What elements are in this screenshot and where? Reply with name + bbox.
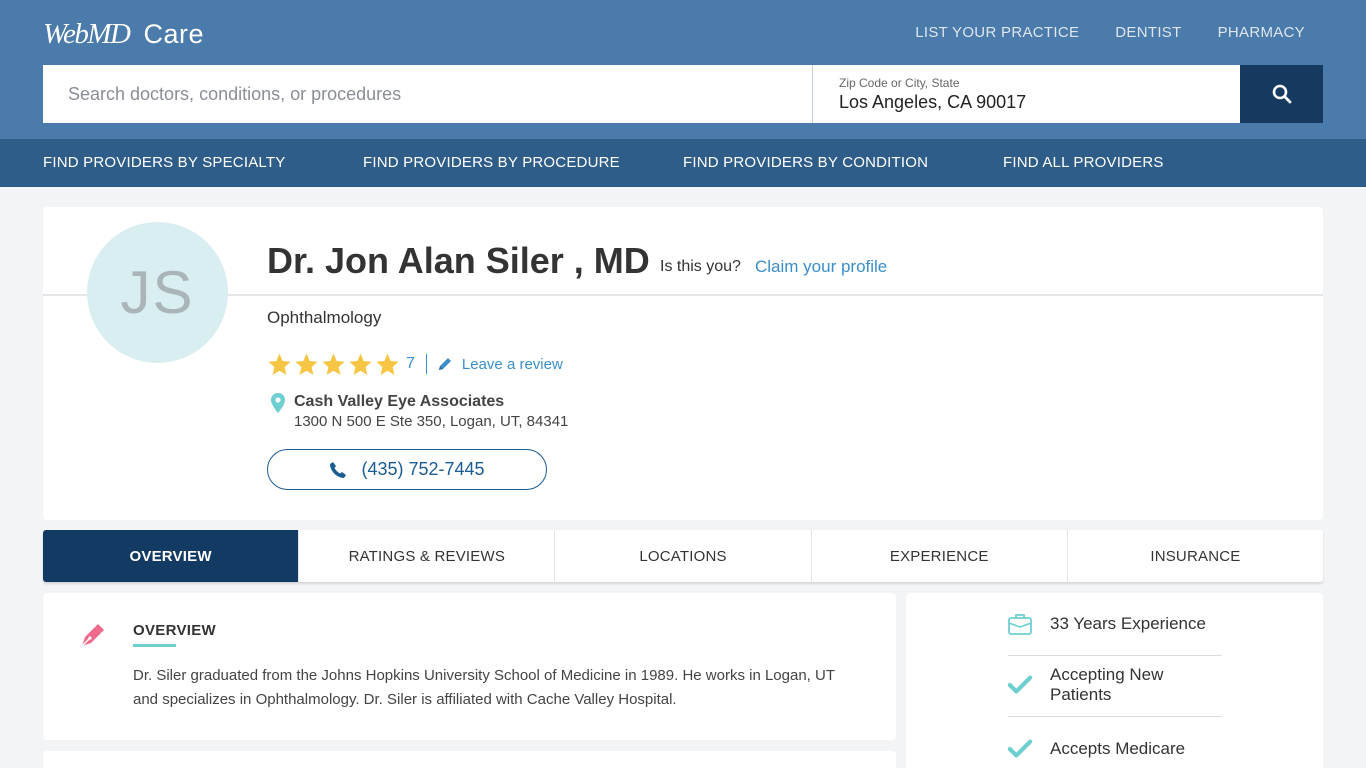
- checkmark-icon: [1008, 675, 1032, 694]
- fact-text: 33 Years Experience: [1050, 614, 1206, 633]
- nav-find-by-procedure[interactable]: FIND PROVIDERS BY PROCEDURE: [363, 154, 620, 171]
- title-underline: [133, 644, 176, 647]
- logo-brand: WebMD: [43, 18, 131, 50]
- pencil-icon: [438, 358, 451, 370]
- logo-care: Care: [143, 19, 204, 49]
- webmd-care-logo[interactable]: WebMD Care: [43, 18, 204, 51]
- tab-overview[interactable]: OVERVIEW: [43, 530, 299, 582]
- tab-insurance[interactable]: INSURANCE: [1066, 530, 1323, 582]
- star-icon: [376, 353, 399, 375]
- star-icon: [349, 353, 372, 375]
- nav-find-by-specialty[interactable]: FIND PROVIDERS BY SPECIALTY: [43, 154, 285, 171]
- fact-accepting-patients: Accepting New Patients: [1008, 654, 1222, 717]
- profile-tabs: OVERVIEW RATINGS & REVIEWS LOCATIONS EXP…: [43, 530, 1323, 582]
- nav-find-all-providers[interactable]: FIND ALL PROVIDERS: [1003, 154, 1164, 171]
- fact-text: Accepting New Patients: [1050, 665, 1164, 704]
- star-icon: [268, 353, 291, 375]
- claim-profile-link[interactable]: Claim your profile: [755, 257, 887, 277]
- phone-button[interactable]: (435) 752-7445: [267, 449, 547, 490]
- top-links: LIST YOUR PRACTICE DENTIST PHARMACY: [915, 24, 1305, 41]
- location-field[interactable]: Zip Code or City, State: [813, 65, 1240, 123]
- tab-experience[interactable]: EXPERIENCE: [810, 530, 1067, 582]
- pharmacy-link[interactable]: PHARMACY: [1218, 24, 1305, 41]
- list-your-practice-link[interactable]: LIST YOUR PRACTICE: [915, 24, 1079, 41]
- phone-number: (435) 752-7445: [361, 459, 485, 479]
- practice-name: Cash Valley Eye Associates: [294, 393, 505, 410]
- divider: [43, 294, 1323, 296]
- rating-count[interactable]: 7: [406, 355, 415, 373]
- fact-accepts-medicare: Accepts Medicare: [1008, 717, 1222, 768]
- location-label: Zip Code or City, State: [839, 76, 960, 90]
- practice-address: 1300 N 500 E Ste 350, Logan, UT, 84341: [294, 413, 569, 430]
- overview-title: OVERVIEW: [133, 622, 216, 639]
- overview-text: Dr. Siler graduated from the Johns Hopki…: [133, 667, 835, 708]
- practice-text: Cash Valley Eye Associates 1300 N 500 E …: [294, 393, 568, 430]
- star-rating[interactable]: [267, 352, 400, 377]
- checkmark-icon: [1008, 739, 1032, 758]
- is-this-you-text: Is this you?: [660, 258, 741, 275]
- specialty: Ophthalmology: [267, 308, 382, 327]
- next-section-card: [43, 751, 896, 768]
- search-input[interactable]: [43, 65, 813, 123]
- pen-nib-icon: [81, 624, 104, 647]
- leave-review-link[interactable]: Leave a review: [437, 356, 563, 373]
- search-button[interactable]: [1240, 65, 1323, 123]
- overview-section: OVERVIEW Dr. Siler graduated from the Jo…: [43, 593, 896, 740]
- search-bar: Zip Code or City, State: [43, 65, 1323, 123]
- practice-location[interactable]: Cash Valley Eye Associates 1300 N 500 E …: [271, 393, 568, 430]
- search-icon: [1272, 84, 1291, 104]
- doctor-name: Dr. Jon Alan Siler , MD: [267, 240, 650, 281]
- rating-separator: [425, 354, 427, 374]
- leave-review-label: Leave a review: [461, 355, 563, 373]
- fact-experience: 33 Years Experience: [1008, 593, 1222, 656]
- phone-icon: [330, 461, 347, 478]
- map-pin-icon: [271, 393, 285, 413]
- provider-nav: FIND PROVIDERS BY SPECIALTY FIND PROVIDE…: [0, 139, 1366, 187]
- avatar: JS: [87, 222, 228, 363]
- nav-find-by-condition[interactable]: FIND PROVIDERS BY CONDITION: [683, 154, 928, 171]
- dentist-link[interactable]: DENTIST: [1115, 24, 1181, 41]
- tab-locations[interactable]: LOCATIONS: [554, 530, 810, 582]
- tab-ratings-reviews[interactable]: RATINGS & REVIEWS: [298, 530, 554, 582]
- location-input[interactable]: [839, 92, 1214, 113]
- site-header: WebMD Care LIST YOUR PRACTICE DENTIST PH…: [0, 0, 1366, 139]
- fact-text: Accepts Medicare: [1050, 738, 1186, 758]
- briefcase-icon: [1008, 614, 1032, 635]
- star-icon: [322, 353, 345, 375]
- star-icon: [295, 353, 318, 375]
- profile-card: JS Dr. Jon Alan Siler , MD Is this you? …: [43, 207, 1323, 520]
- rating-row: 7 Leave a review: [267, 349, 563, 379]
- quick-facts-card: 33 Years Experience Accepting New Patien…: [906, 593, 1323, 768]
